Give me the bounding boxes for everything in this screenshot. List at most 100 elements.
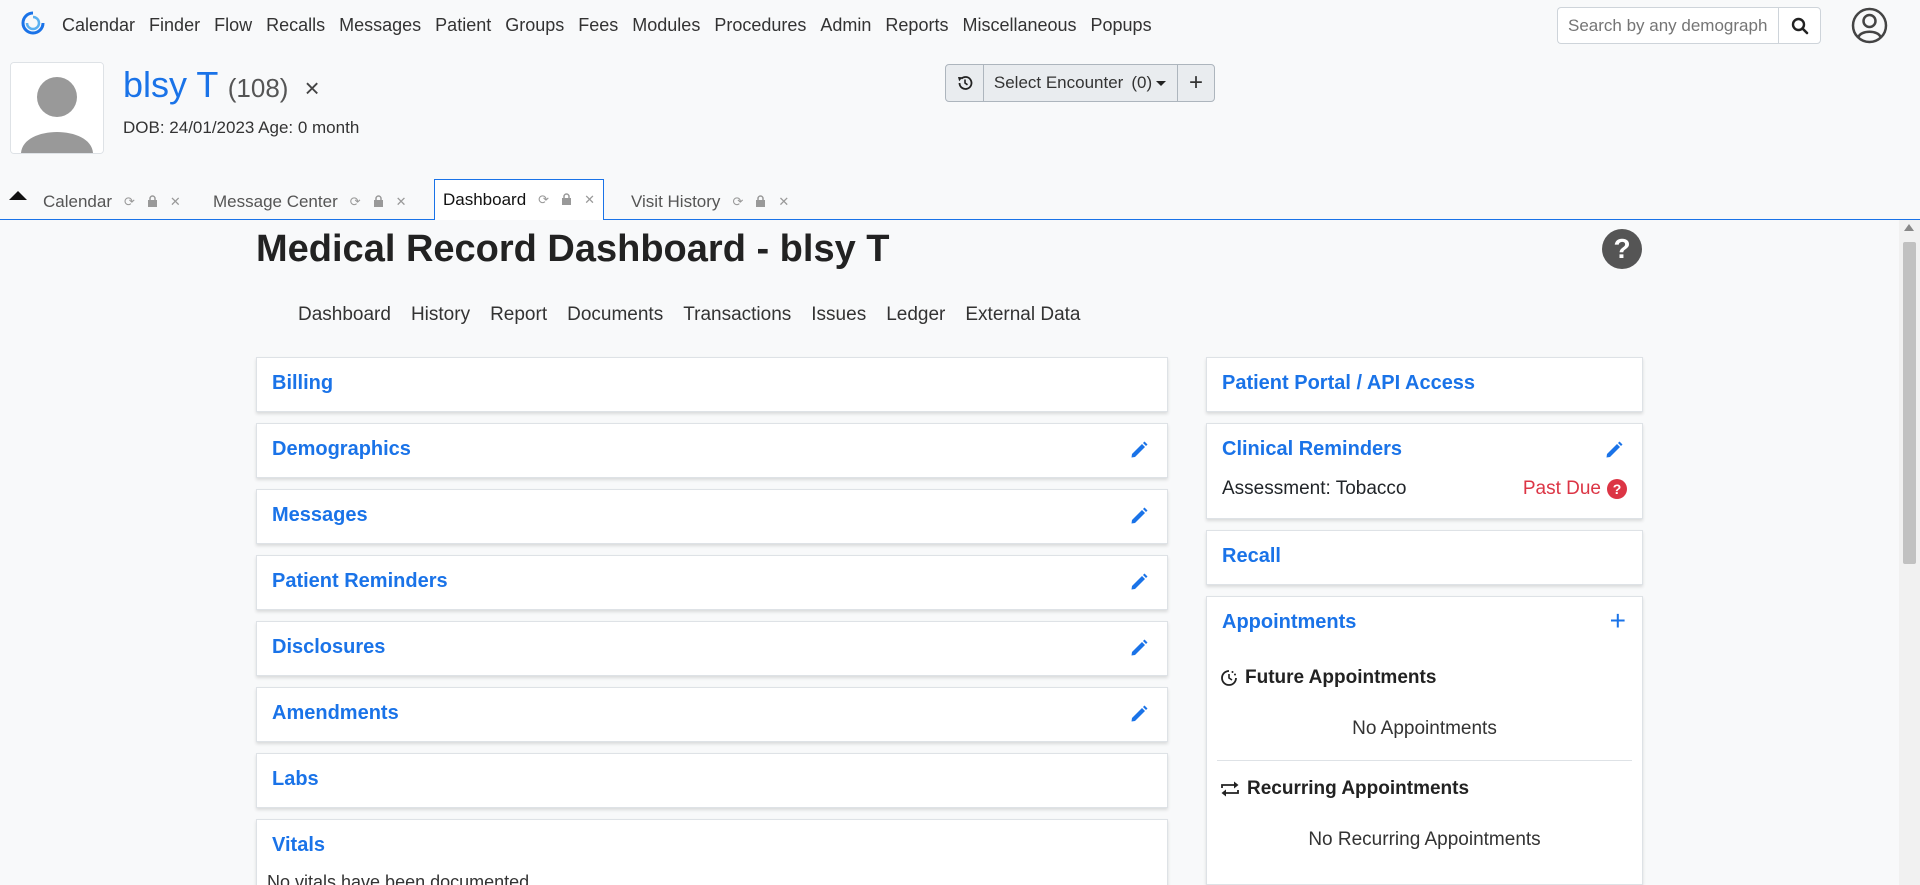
edit-pencil-icon[interactable] bbox=[1129, 572, 1149, 592]
menu-patient[interactable]: Patient bbox=[435, 15, 491, 36]
patient-portal-title[interactable]: Patient Portal / API Access bbox=[1222, 372, 1475, 395]
search-button[interactable] bbox=[1778, 7, 1821, 44]
select-encounter-dropdown[interactable]: Select Encounter (0) bbox=[984, 65, 1178, 101]
close-tab-icon[interactable]: ✕ bbox=[396, 194, 407, 210]
lock-icon[interactable] bbox=[373, 194, 384, 210]
scroll-up-arrow-icon[interactable] bbox=[1904, 224, 1914, 231]
refresh-icon[interactable]: ⟳ bbox=[732, 194, 743, 210]
tab-label: Dashboard bbox=[443, 190, 527, 209]
edit-pencil-icon[interactable] bbox=[1129, 440, 1149, 460]
edit-pencil-icon[interactable] bbox=[1604, 440, 1624, 460]
menu-messages[interactable]: Messages bbox=[339, 15, 421, 36]
vitals-title[interactable]: Vitals bbox=[272, 834, 325, 857]
refresh-icon[interactable]: ⟳ bbox=[538, 192, 549, 208]
dashboard-frame: Medical Record Dashboard - blsy T ? Dash… bbox=[0, 220, 1899, 885]
lock-icon[interactable] bbox=[561, 192, 572, 208]
billing-title[interactable]: Billing bbox=[272, 372, 333, 395]
refresh-icon[interactable]: ⟳ bbox=[350, 194, 361, 210]
subnav-external-data[interactable]: External Data bbox=[965, 304, 1080, 326]
edit-pencil-icon[interactable] bbox=[1129, 638, 1149, 658]
billing-card: Billing bbox=[256, 357, 1168, 412]
close-tab-icon[interactable]: ✕ bbox=[778, 194, 789, 210]
menu-admin[interactable]: Admin bbox=[820, 15, 871, 36]
lock-icon[interactable] bbox=[147, 194, 158, 210]
tab-message-center[interactable]: Message Center ⟳ ✕ bbox=[213, 184, 407, 220]
menu-miscellaneous[interactable]: Miscellaneous bbox=[962, 15, 1076, 36]
vitals-card: Vitals No vitals have been documented. bbox=[256, 819, 1168, 885]
search-icon bbox=[1791, 17, 1808, 34]
menu-groups[interactable]: Groups bbox=[505, 15, 564, 36]
user-account-icon[interactable] bbox=[1851, 7, 1888, 44]
patient-reminders-title[interactable]: Patient Reminders bbox=[272, 570, 448, 593]
subnav-history[interactable]: History bbox=[411, 304, 470, 326]
patient-reminders-card: Patient Reminders bbox=[256, 555, 1168, 610]
close-patient-button[interactable]: × bbox=[304, 73, 319, 103]
scrollbar-thumb[interactable] bbox=[1903, 242, 1916, 564]
subnav-ledger[interactable]: Ledger bbox=[886, 304, 945, 326]
subnav-transactions[interactable]: Transactions bbox=[683, 304, 791, 326]
reminder-status: Past Due ? bbox=[1523, 478, 1627, 500]
menu-fees[interactable]: Fees bbox=[578, 15, 618, 36]
tab-bar: Calendar ⟳ ✕ Message Center ⟳ ✕ Dashboar… bbox=[0, 178, 1920, 221]
refresh-icon[interactable]: ⟳ bbox=[124, 194, 135, 210]
tab-label: Message Center bbox=[213, 192, 338, 211]
patient-portal-card: Patient Portal / API Access bbox=[1206, 357, 1643, 412]
close-tab-icon[interactable]: ✕ bbox=[584, 192, 595, 208]
amendments-card: Amendments bbox=[256, 687, 1168, 742]
dashboard-subnav: Dashboard History Report Documents Trans… bbox=[298, 304, 1101, 326]
question-circle-icon[interactable]: ? bbox=[1607, 479, 1627, 499]
patient-search bbox=[1557, 7, 1821, 44]
patient-name-heading: blsy T (108) × bbox=[123, 64, 320, 106]
menu-procedures[interactable]: Procedures bbox=[714, 15, 806, 36]
menu-finder[interactable]: Finder bbox=[149, 15, 200, 36]
menu-calendar[interactable]: Calendar bbox=[62, 15, 135, 36]
clinical-reminders-title[interactable]: Clinical Reminders bbox=[1222, 438, 1402, 461]
top-navbar: Calendar Finder Flow Recalls Messages Pa… bbox=[0, 0, 1920, 51]
encounter-history-button[interactable] bbox=[946, 65, 984, 101]
menu-modules[interactable]: Modules bbox=[632, 15, 700, 36]
clock-history-icon bbox=[1221, 670, 1237, 686]
subnav-issues[interactable]: Issues bbox=[811, 304, 866, 326]
edit-pencil-icon[interactable] bbox=[1129, 704, 1149, 724]
no-recurring-appointments: No Recurring Appointments bbox=[1308, 829, 1541, 850]
messages-title[interactable]: Messages bbox=[272, 504, 368, 527]
add-appointment-button[interactable]: + bbox=[1610, 607, 1626, 635]
tab-calendar[interactable]: Calendar ⟳ ✕ bbox=[43, 184, 181, 220]
patient-avatar bbox=[10, 62, 104, 154]
collapse-header-icon[interactable] bbox=[8, 188, 28, 202]
close-tab-icon[interactable]: ✕ bbox=[170, 194, 181, 210]
encounter-selector: Select Encounter (0) + bbox=[945, 64, 1215, 102]
patient-name[interactable]: blsy T bbox=[123, 64, 218, 105]
help-icon[interactable]: ? bbox=[1602, 229, 1642, 269]
labs-title[interactable]: Labs bbox=[272, 768, 319, 791]
subnav-report[interactable]: Report bbox=[490, 304, 547, 326]
recall-title[interactable]: Recall bbox=[1222, 545, 1281, 568]
appointments-card: Appointments + Future Appointments No Ap… bbox=[1206, 596, 1643, 885]
vitals-empty-text: No vitals have been documented. bbox=[267, 872, 535, 885]
subnav-documents[interactable]: Documents bbox=[567, 304, 663, 326]
edit-pencil-icon[interactable] bbox=[1129, 506, 1149, 526]
amendments-title[interactable]: Amendments bbox=[272, 702, 399, 725]
menu-reports[interactable]: Reports bbox=[885, 15, 948, 36]
vertical-scrollbar[interactable] bbox=[1899, 220, 1920, 885]
lock-icon[interactable] bbox=[755, 194, 766, 210]
menu-popups[interactable]: Popups bbox=[1091, 15, 1152, 36]
tab-dashboard[interactable]: Dashboard ⟳ ✕ bbox=[434, 179, 604, 221]
demographics-title[interactable]: Demographics bbox=[272, 438, 411, 461]
menu-recalls[interactable]: Recalls bbox=[266, 15, 325, 36]
tab-visit-history[interactable]: Visit History ⟳ ✕ bbox=[631, 184, 789, 220]
openemr-logo-icon[interactable] bbox=[20, 10, 46, 36]
past-due-label: Past Due bbox=[1522, 478, 1601, 499]
appointments-title[interactable]: Appointments bbox=[1222, 611, 1356, 634]
patient-dob-age: DOB: 24/01/2023 Age: 0 month bbox=[123, 118, 360, 137]
recurring-appointments-heading: Recurring Appointments bbox=[1219, 778, 1469, 800]
no-future-appointments: No Appointments bbox=[1352, 718, 1497, 739]
menu-flow[interactable]: Flow bbox=[214, 15, 252, 36]
search-input[interactable] bbox=[1557, 7, 1778, 44]
add-encounter-button[interactable]: + bbox=[1178, 65, 1214, 101]
reminder-item: Assessment: Tobacco bbox=[1222, 478, 1407, 499]
disclosures-title[interactable]: Disclosures bbox=[272, 636, 385, 659]
disclosures-card: Disclosures bbox=[256, 621, 1168, 676]
subnav-dashboard[interactable]: Dashboard bbox=[298, 304, 391, 326]
repeat-icon bbox=[1221, 781, 1239, 797]
